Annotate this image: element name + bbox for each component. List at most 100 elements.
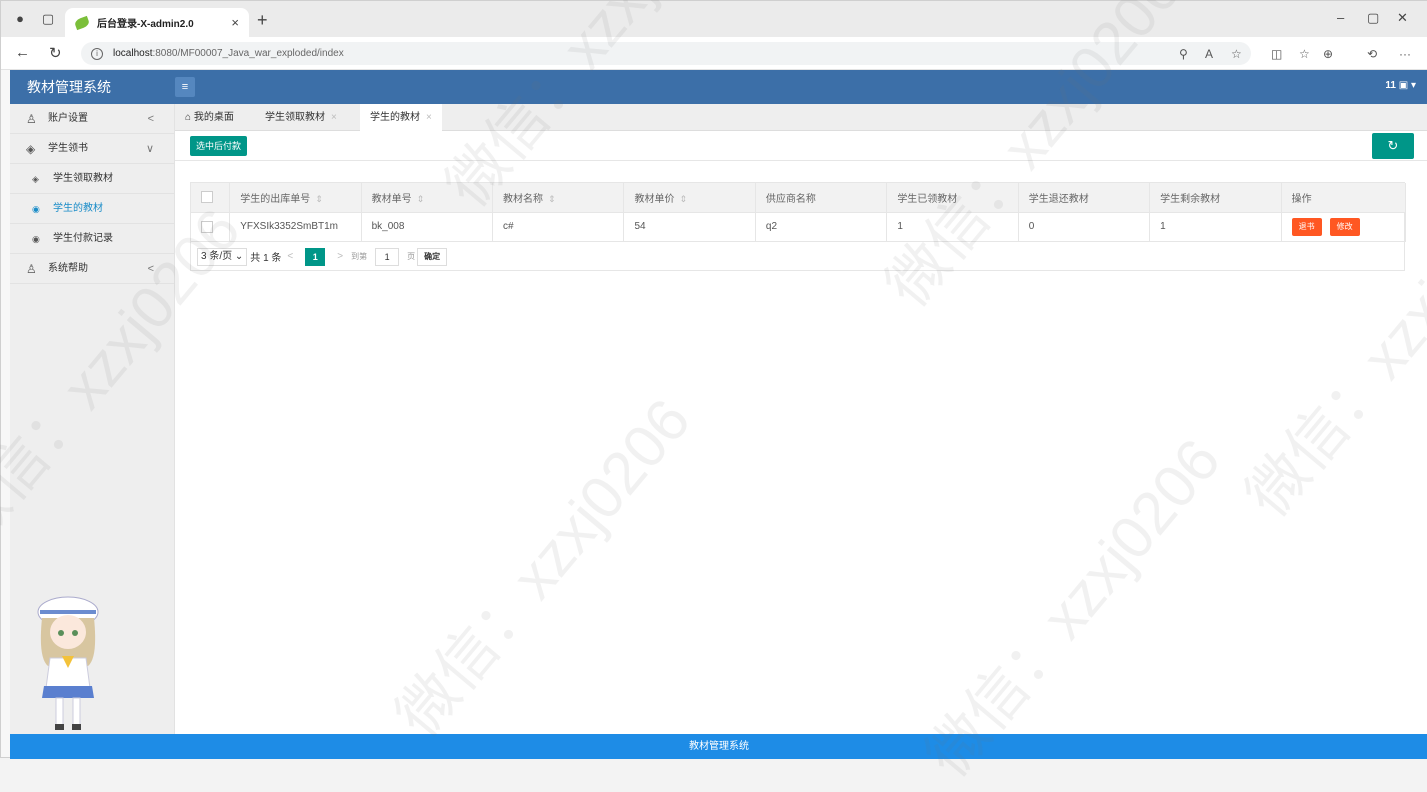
- table-cell: YFXSIk3352SmBT1m: [229, 212, 362, 242]
- browser-window: ● ▢ 后台登录-X-admin2.0 × + – ▢ ✕ ← ↻ i loca…: [0, 0, 1427, 789]
- sidebar-item-payment-records[interactable]: ◉ 学生付款记录: [10, 224, 174, 254]
- sort-icon[interactable]: ⇕: [417, 194, 425, 204]
- chevron-down-icon: ⌄: [234, 250, 244, 262]
- read-aloud-icon[interactable]: A: [1205, 47, 1213, 61]
- next-page-icon[interactable]: >: [337, 251, 343, 262]
- goto-label: 到第: [351, 252, 368, 261]
- column-header: 学生退还教材: [1018, 183, 1151, 213]
- avatar-icon: ▣: [1398, 80, 1409, 91]
- sort-icon[interactable]: ⇕: [315, 194, 323, 204]
- row-checkbox[interactable]: [201, 220, 213, 233]
- home-icon: ⌂: [185, 112, 192, 123]
- app-container: 教材管理系统 ≡ 11 ▣ ▾ ♙ 账户设置 < ◈ 学生领书 ∨ ◈ 学生领取…: [10, 70, 1427, 759]
- app-footer: 教材管理系统: [10, 734, 1427, 759]
- chevron-left-icon: <: [147, 263, 154, 275]
- extensions-icon[interactable]: ⟲: [1367, 47, 1377, 61]
- favorite-icon[interactable]: ☆: [1231, 47, 1242, 61]
- table-cell: q2: [755, 212, 888, 242]
- goto-confirm-button[interactable]: 确定: [417, 247, 448, 266]
- more-icon[interactable]: ···: [1399, 47, 1411, 61]
- current-page-button[interactable]: 1: [305, 247, 326, 266]
- return-book-button[interactable]: 退书: [1291, 217, 1322, 236]
- pay-selected-button[interactable]: 选中后付款: [190, 136, 248, 156]
- info-icon[interactable]: i: [91, 47, 103, 60]
- user-icon: ♙: [26, 112, 37, 126]
- edit-button[interactable]: 修改: [1329, 217, 1360, 236]
- sidebar-item-student-books[interactable]: ◈ 学生领书 ∨: [10, 134, 174, 164]
- column-label: 教材名称: [503, 193, 544, 205]
- menu-toggle-icon[interactable]: ≡: [175, 77, 195, 97]
- sidebar-item-system-help[interactable]: ♙ 系统帮助 <: [10, 254, 174, 284]
- column-header[interactable]: 学生的出库单号 ⇕: [229, 183, 362, 213]
- circle-icon: ◉: [32, 204, 40, 214]
- goto-page-input[interactable]: 1: [375, 247, 400, 266]
- refresh-icon[interactable]: ↻: [1372, 133, 1414, 159]
- box-icon: ◈: [26, 142, 36, 156]
- browser-tab-close-icon[interactable]: ×: [231, 15, 239, 30]
- collections-icon[interactable]: ⊕: [1323, 47, 1333, 61]
- table-cell: 1: [1149, 212, 1282, 242]
- column-header[interactable]: 教材名称 ⇕: [492, 183, 625, 213]
- sidebar-item-label: 学生领取教材: [53, 173, 113, 184]
- chevron-down-icon: ∨: [145, 143, 154, 155]
- close-window-icon[interactable]: ✕: [1397, 10, 1408, 26]
- sidebar-item-label: 学生付款记录: [53, 233, 113, 244]
- url-path: :8080/MF00007_Java_war_exploded/index: [152, 48, 344, 59]
- table-header-row: 学生的出库单号 ⇕ 教材单号 ⇕ 教材名称 ⇕ 教材单价 ⇕ 供应商名称 学生已领教材 …: [191, 183, 1407, 213]
- column-header: 学生已领教材: [886, 183, 1019, 213]
- sidebar-item-receive-books[interactable]: ◈ 学生领取教材: [10, 164, 174, 194]
- tab-label: 学生领取教材: [265, 112, 325, 123]
- sort-icon[interactable]: ⇕: [679, 194, 687, 204]
- column-header[interactable]: 教材单号 ⇕: [361, 183, 494, 213]
- tab-my-books[interactable]: 学生的教材 ×: [360, 104, 442, 132]
- row-select-cell: [191, 212, 231, 242]
- minimize-icon[interactable]: –: [1337, 10, 1344, 25]
- sidebar-item-label: 账户设置: [48, 113, 88, 124]
- table-row: YFXSIk3352SmBT1m bk_008 c# 54 q2 1 0 1 退…: [191, 212, 1407, 242]
- address-bar-row: ← ↻ i localhost:8080/MF00007_Java_war_ex…: [1, 37, 1427, 70]
- sort-icon[interactable]: ⇕: [548, 194, 556, 204]
- url-input[interactable]: i localhost:8080/MF00007_Java_war_explod…: [81, 42, 1251, 65]
- favorites-bar-icon[interactable]: ☆: [1299, 47, 1310, 61]
- profile-icon[interactable]: ●: [13, 12, 27, 26]
- restore-icon[interactable]: ▢: [1367, 10, 1379, 26]
- pagination: 3 条/页 ⌄ 共 1 条 < 1 > 到第 1 页 确定: [191, 242, 1404, 271]
- column-header: 供应商名称: [755, 183, 888, 213]
- sidebar-item-label: 系统帮助: [48, 263, 88, 274]
- column-label: 教材单号: [371, 193, 412, 205]
- reload-icon[interactable]: ↻: [49, 44, 62, 62]
- tab-close-icon[interactable]: ×: [426, 112, 432, 123]
- chevron-left-icon: <: [147, 113, 154, 125]
- tab-my-desktop[interactable]: ⌂ 我的桌面: [175, 104, 244, 131]
- tab-close-icon[interactable]: ×: [331, 112, 337, 123]
- user-icon: ♙: [26, 262, 37, 276]
- tab-actions-icon[interactable]: ▢: [41, 12, 55, 26]
- select-all-checkbox[interactable]: [201, 191, 213, 204]
- sidebar-item-label: 学生的教材: [53, 203, 103, 214]
- user-menu[interactable]: 11 ▣ ▾: [1385, 80, 1416, 91]
- page-size-select[interactable]: 3 条/页 ⌄: [197, 247, 248, 266]
- box-icon: ◈: [32, 174, 39, 184]
- tab-receive-books[interactable]: 学生领取教材 ×: [255, 104, 347, 131]
- key-icon[interactable]: ⚲: [1179, 47, 1188, 61]
- data-table: 学生的出库单号 ⇕ 教材单号 ⇕ 教材名称 ⇕ 教材单价 ⇕ 供应商名称 学生已领教材 …: [190, 182, 1407, 271]
- prev-page-icon[interactable]: <: [287, 251, 293, 262]
- sidebar-item-account-settings[interactable]: ♙ 账户设置 <: [10, 104, 174, 134]
- chevron-down-icon: ▾: [1410, 80, 1416, 91]
- tab-label: 我的桌面: [193, 112, 234, 123]
- page-unit-label: 页: [407, 252, 416, 261]
- browser-tab[interactable]: 后台登录-X-admin2.0 ×: [65, 8, 249, 37]
- column-header: 操作: [1281, 183, 1407, 213]
- total-count: 共 1 条: [250, 253, 282, 264]
- table-cell: 1: [886, 212, 1019, 242]
- tab-label: 学生的教材: [370, 112, 420, 123]
- page-size-value: 3 条/页: [201, 250, 233, 262]
- new-tab-button[interactable]: +: [257, 10, 268, 31]
- column-label: 学生的出库单号: [240, 193, 311, 205]
- back-icon[interactable]: ←: [15, 44, 30, 61]
- sidebar-item-my-books[interactable]: ◉ 学生的教材: [10, 194, 174, 224]
- browser-tab-title: 后台登录-X-admin2.0: [97, 19, 194, 30]
- split-screen-icon[interactable]: ◫: [1271, 47, 1282, 61]
- sidebar-item-label: 学生领书: [48, 143, 88, 154]
- column-header[interactable]: 教材单价 ⇕: [623, 183, 756, 213]
